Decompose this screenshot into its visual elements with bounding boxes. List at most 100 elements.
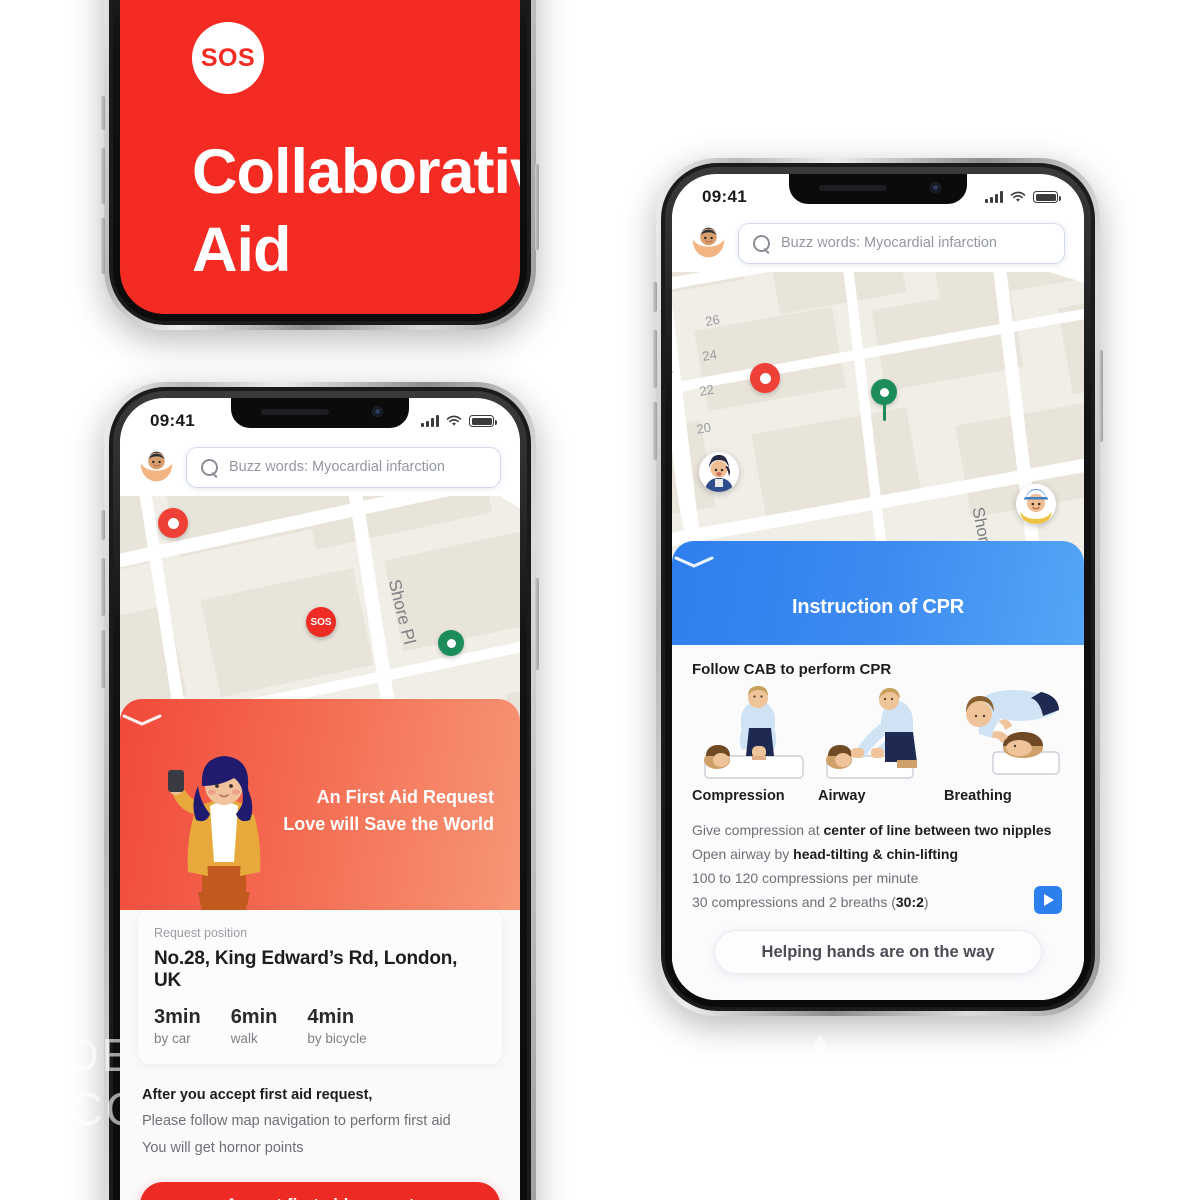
wifi-icon (1010, 191, 1026, 202)
earpiece-speaker (261, 409, 329, 415)
airway-illustration (826, 687, 917, 779)
destination-pin-icon[interactable] (871, 379, 897, 421)
battery-icon (1033, 191, 1061, 203)
splash-screen: SOS Collaborative Aid (120, 0, 520, 314)
svg-text:22: 22 (698, 382, 715, 399)
cpr-step-caption-3: Breathing (944, 787, 1012, 804)
cpr-step-airway: Airway (818, 686, 938, 804)
hero-line-2: Love will Save the World (283, 814, 494, 835)
search-input[interactable]: Buzz words: Myocardial infarction (739, 223, 1064, 263)
volume-down-button[interactable] (653, 402, 657, 460)
status-time: 09:41 (150, 411, 195, 430)
travel-times: 3min by car 6min walk 4min by bicycle (154, 1006, 486, 1046)
phone-cpr-instruction: 09:41 Buzz words: Myocardial infarction … (653, 158, 1103, 1016)
first-aid-request-sheet: An First Aid Request Love will Save the … (120, 698, 520, 1200)
hero-line-1: An First Aid Request (316, 786, 494, 807)
request-address: No.28, King Edward’s Rd, London, UK (154, 947, 458, 991)
user-avatar[interactable] (138, 449, 175, 486)
app-title-line1: Collaborative (192, 137, 520, 207)
cpr-step-breathing: Breathing (944, 686, 1064, 804)
volume-down-button[interactable] (101, 218, 105, 274)
svg-text:26: 26 (704, 312, 721, 329)
signal-bars-icon (985, 191, 1003, 203)
cpr-header: Instruction of CPR (672, 540, 1084, 645)
play-video-button[interactable] (1034, 886, 1062, 914)
cpr-step-figures: Compression Airway Breathing (692, 685, 1064, 804)
wifi-icon (446, 415, 462, 426)
svg-text:24: 24 (701, 347, 718, 364)
sos-pin-icon[interactable]: SOS (306, 607, 336, 637)
cpr-line-1: Give compression at center of line betwe… (692, 821, 1052, 838)
earpiece-speaker (819, 185, 887, 191)
cpr-step-caption-2: Airway (818, 787, 866, 804)
sos-pin-label: SOS (306, 607, 336, 637)
cpr-line-4: 30 compressions and 2 breaths (30:2) (692, 893, 929, 910)
hero-block: An First Aid Request Love will Save the … (120, 732, 520, 910)
screenshot-canvas: SOS Collaborative Aid 09:41 (0, 0, 1200, 1200)
request-position-label: Request position (154, 925, 248, 940)
breathing-illustration (966, 689, 1060, 775)
front-camera (930, 182, 941, 193)
user-avatar[interactable] (690, 225, 727, 262)
helper-avatar-blue-icon[interactable] (699, 452, 739, 492)
phone-first-aid-request: 09:41 Buzz words: Myocardial infarction … (101, 382, 539, 1200)
cpr-lead-text: Follow CAB to perform CPR (692, 660, 892, 678)
request-position-card: Request position No.28, King Edward’s Rd… (138, 909, 502, 1064)
volume-up-button[interactable] (653, 330, 657, 388)
trip-option-walk: 6min walk (230, 1005, 278, 1046)
search-input[interactable]: Buzz words: Myocardial infarction (187, 447, 500, 487)
volume-up-button[interactable] (101, 148, 105, 204)
request-hero: An First Aid Request Love will Save the … (120, 698, 520, 910)
power-button[interactable] (1099, 350, 1103, 442)
front-camera (372, 406, 383, 417)
search-row: Buzz words: Myocardial infarction (120, 438, 520, 496)
trip-option-car: 3min by car (154, 1005, 201, 1046)
trip-option-bicycle: 4min by bicycle (307, 1005, 367, 1046)
cpr-line-2: Open airway by head-tilting & chin-lifti… (692, 845, 959, 862)
app-screen-cpr: 09:41 Buzz words: Myocardial infarction … (672, 174, 1084, 1000)
svg-text:20: 20 (696, 420, 713, 437)
collapse-handle[interactable] (120, 713, 164, 727)
cpr-step-caption-1: Compression (692, 787, 785, 804)
collapse-handle[interactable] (672, 555, 716, 569)
helper-illustration (168, 755, 261, 910)
cpr-step-compression: Compression (692, 685, 812, 804)
search-icon (201, 458, 218, 476)
volume-down-button[interactable] (101, 630, 105, 688)
compression-illustration (704, 685, 804, 779)
signal-bars-icon (421, 415, 439, 427)
accept-first-aid-request-button[interactable]: Accept fisrt aid request (140, 1182, 500, 1200)
incident-pin-icon[interactable] (158, 508, 188, 538)
destination-pin-icon[interactable] (438, 630, 464, 656)
instruction-line-2: Please follow map navigation to perform … (142, 1113, 451, 1130)
splash-content: SOS Collaborative Aid (120, 0, 520, 314)
volume-up-button[interactable] (101, 558, 105, 616)
cpr-content: Follow CAB to perform CPR Compression Ai… (672, 644, 1084, 1000)
device-notch (789, 174, 967, 204)
search-placeholder: Buzz words: Myocardial infarction (781, 235, 997, 251)
cpr-instruction-lines: Give compression at center of line betwe… (692, 818, 1064, 914)
phone-splash: SOS Collaborative Aid (101, 0, 539, 330)
helper-avatar-yellow-icon[interactable] (1016, 484, 1056, 524)
search-placeholder: Buzz words: Myocardial infarction (229, 459, 445, 475)
silent-switch[interactable] (101, 510, 105, 540)
app-title-line2: Aid (192, 215, 291, 286)
search-icon (753, 234, 770, 252)
watermark-logo-icon (785, 1034, 855, 1145)
instruction-line-3: You will get hornor points (142, 1140, 304, 1157)
search-row: Buzz words: Myocardial infarction (672, 214, 1084, 272)
incident-pin-icon[interactable] (750, 363, 780, 393)
cpr-instruction-sheet: Instruction of CPR Follow CAB to perform… (672, 540, 1084, 1000)
battery-icon (469, 415, 497, 427)
sos-logo-icon: SOS (192, 22, 264, 94)
cpr-title: Instruction of CPR (792, 595, 964, 618)
instruction-line-1: After you accept first aid request, (142, 1086, 373, 1103)
request-details-panel: Request position No.28, King Edward’s Rd… (120, 909, 520, 1200)
power-button[interactable] (535, 164, 539, 250)
app-screen-request: 09:41 Buzz words: Myocardial infarction … (120, 398, 520, 1200)
request-instructions: After you accept first aid request, Plea… (120, 1064, 520, 1168)
silent-switch[interactable] (101, 96, 105, 130)
silent-switch[interactable] (653, 282, 657, 312)
helping-hands-status-button[interactable]: Helping hands are on the way (714, 930, 1042, 974)
power-button[interactable] (535, 578, 539, 670)
